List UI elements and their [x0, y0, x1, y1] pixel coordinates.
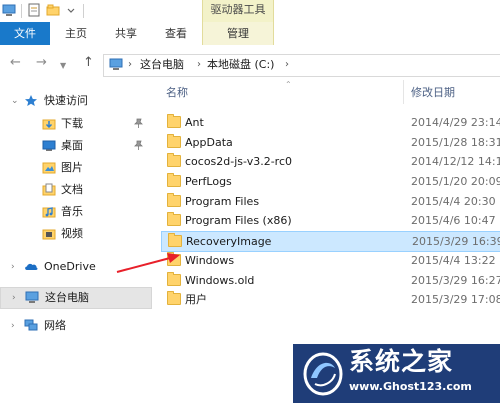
file-explorer-window: 驱动器工具 文件 主页 共享 查看 管理 ← → ▼ ↑ › 这台电脑 › 本地… [0, 0, 500, 403]
watermark-title: 系统之家 [349, 347, 454, 376]
watermark-logo-icon [303, 352, 343, 396]
annotation-arrow [116, 253, 180, 273]
watermark-banner: 系统之家 www.Ghost123.com [293, 344, 500, 403]
watermark-url: www.Ghost123.com [349, 380, 472, 393]
